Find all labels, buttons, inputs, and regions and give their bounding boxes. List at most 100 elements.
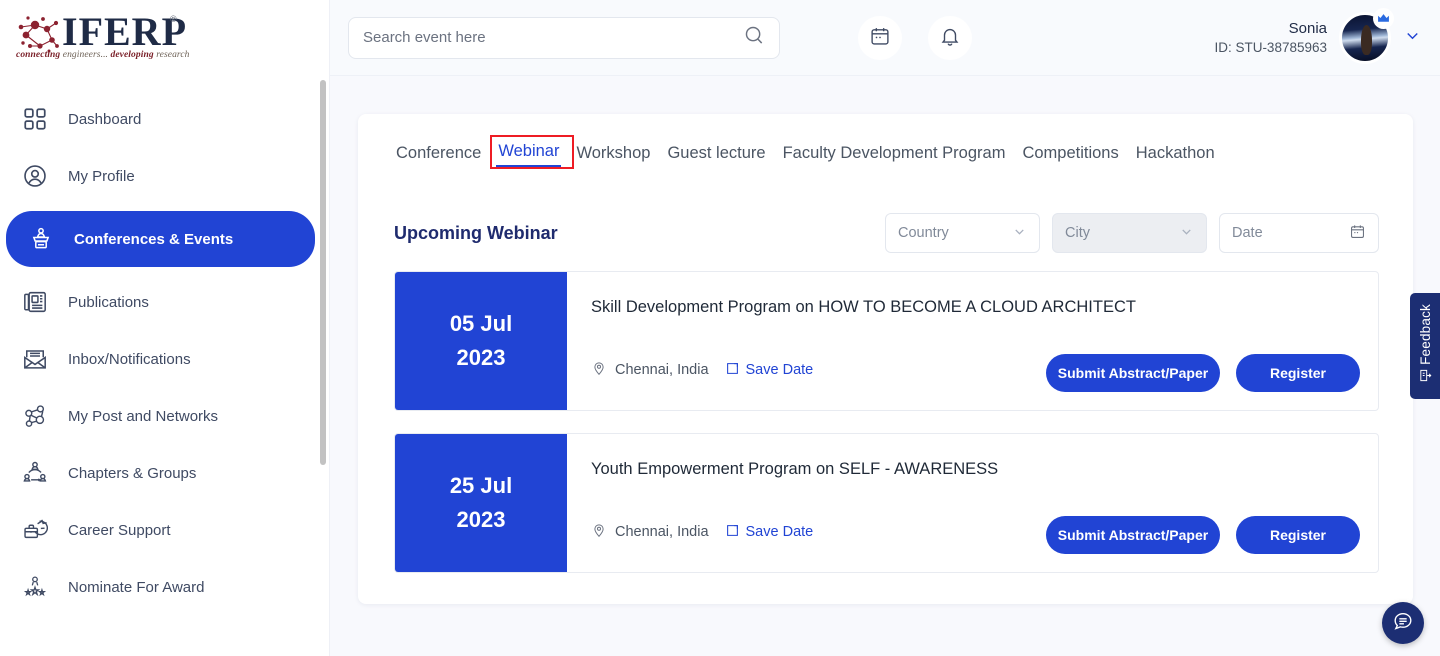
sidebar-item-my-profile[interactable]: My Profile xyxy=(0,154,315,198)
sidebar-item-label: My Post and Networks xyxy=(68,407,219,425)
search-input[interactable] xyxy=(363,29,743,46)
event-date-block: 05 Jul 2023 xyxy=(395,272,567,410)
sidebar-item-publications[interactable]: Publications xyxy=(0,280,315,324)
feedback-icon xyxy=(1418,368,1433,388)
feedback-label: Feedback xyxy=(1417,303,1433,365)
save-date-button[interactable]: Save Date xyxy=(725,523,813,542)
brand-tagline: connecting engineers... developing resea… xyxy=(16,50,190,60)
user-menu[interactable]: Sonia ID: STU-38785963 xyxy=(1214,8,1422,64)
main-area: Sonia ID: STU-38785963 xyxy=(330,0,1440,656)
search-box[interactable] xyxy=(348,16,780,59)
calendar-icon xyxy=(1349,223,1366,244)
chevron-down-icon xyxy=(1012,224,1027,242)
event-title: Youth Empowerment Program on SELF - AWAR… xyxy=(591,460,999,478)
tab-guest-lecture[interactable]: Guest lecture xyxy=(665,142,767,168)
section-header: Upcoming Webinar Country City Date xyxy=(382,213,1389,253)
event-type-tabs: Conference Webinar Workshop Guest lectur… xyxy=(394,135,1389,169)
event-title: Skill Development Program on HOW TO BECO… xyxy=(591,298,1136,316)
chevron-down-icon xyxy=(1179,224,1194,242)
event-card[interactable]: 05 Jul 2023 Skill Development Program on… xyxy=(394,271,1379,411)
event-date-block: 25 Jul 2023 xyxy=(395,434,567,572)
page-title: Upcoming Webinar xyxy=(394,222,558,243)
user-name: Sonia xyxy=(1288,19,1327,37)
sidebar-item-label: Publications xyxy=(68,293,149,311)
sidebar-item-label: Inbox/Notifications xyxy=(68,350,191,368)
group-icon xyxy=(18,458,52,488)
briefcase-icon xyxy=(18,515,52,545)
calendar-button[interactable] xyxy=(858,15,902,60)
map-pin-icon xyxy=(591,522,607,542)
sidebar-item-label: Nominate For Award xyxy=(68,578,205,596)
content-area: Conference Webinar Workshop Guest lectur… xyxy=(358,114,1413,604)
submit-abstract-paper-button[interactable]: Submit Abstract/Paper xyxy=(1046,354,1220,392)
sidebar-item-label: Dashboard xyxy=(68,110,142,128)
calendar-icon xyxy=(869,25,891,50)
event-actions: Submit Abstract/Paper Register xyxy=(1046,354,1360,392)
event-day-month: 05 Jul xyxy=(449,310,513,336)
register-button[interactable]: Register xyxy=(1236,516,1360,554)
event-actions: Submit Abstract/Paper Register xyxy=(1046,516,1360,554)
newspaper-icon xyxy=(18,287,52,317)
notifications-button[interactable] xyxy=(928,15,972,60)
map-pin-icon xyxy=(591,360,607,380)
feedback-tab[interactable]: Feedback xyxy=(1410,293,1440,399)
register-button[interactable]: Register xyxy=(1236,354,1360,392)
search-icon[interactable] xyxy=(743,24,765,51)
chat-button[interactable] xyxy=(1382,602,1424,644)
event-card[interactable]: 25 Jul 2023 Youth Empowerment Program on… xyxy=(394,433,1379,573)
city-select-label: City xyxy=(1065,225,1090,241)
event-year: 2023 xyxy=(456,345,506,370)
event-location: Chennai, India xyxy=(615,524,709,540)
event-day-month: 25 Jul xyxy=(449,472,513,498)
tab-faculty-development-program[interactable]: Faculty Development Program xyxy=(781,142,1008,168)
sidebar-item-label: My Profile xyxy=(68,167,135,185)
event-meta: Chennai, India Save Date xyxy=(591,522,813,542)
bookmark-icon xyxy=(725,361,740,380)
tab-workshop[interactable]: Workshop xyxy=(574,142,652,168)
submit-abstract-paper-button[interactable]: Submit Abstract/Paper xyxy=(1046,516,1220,554)
award-icon xyxy=(18,572,52,602)
brand-logo[interactable]: IFERP ® connecting engineers... developi… xyxy=(0,0,329,76)
sidebar-item-inbox-notifications[interactable]: Inbox/Notifications xyxy=(0,337,315,381)
event-body: Skill Development Program on HOW TO BECO… xyxy=(567,272,1378,410)
crown-icon xyxy=(1373,8,1394,29)
country-select[interactable]: Country xyxy=(885,213,1040,253)
sidebar-item-my-post-and-networks[interactable]: My Post and Networks xyxy=(0,394,315,438)
network-icon xyxy=(18,401,52,431)
event-year: 2023 xyxy=(456,507,506,532)
tab-hackathon[interactable]: Hackathon xyxy=(1134,142,1217,168)
bookmark-icon xyxy=(725,523,740,542)
event-meta: Chennai, India Save Date xyxy=(591,360,813,380)
date-picker-label: Date xyxy=(1232,225,1263,241)
sidebar-item-nominate-for-award[interactable]: Nominate For Award xyxy=(0,565,315,609)
date-picker[interactable]: Date xyxy=(1219,213,1379,253)
brand-name: IFERP xyxy=(62,9,187,54)
events-panel: Conference Webinar Workshop Guest lectur… xyxy=(358,114,1413,604)
grid-icon xyxy=(18,104,52,134)
sidebar: IFERP ® connecting engineers... developi… xyxy=(0,0,330,656)
iferp-molecule-icon xyxy=(18,16,59,53)
bell-icon xyxy=(939,25,961,50)
save-date-button[interactable]: Save Date xyxy=(725,361,813,380)
sidebar-item-chapters-groups[interactable]: Chapters & Groups xyxy=(0,451,315,495)
tab-competitions[interactable]: Competitions xyxy=(1020,142,1120,168)
tab-conference[interactable]: Conference xyxy=(394,142,483,168)
sidebar-item-label: Chapters & Groups xyxy=(68,464,197,482)
tab-webinar[interactable]: Webinar xyxy=(496,140,562,167)
sidebar-item-conferences-events[interactable]: Conferences & Events xyxy=(6,211,315,267)
sidebar-item-career-support[interactable]: Career Support xyxy=(0,508,315,552)
sidebar-scrollbar[interactable] xyxy=(320,80,326,465)
sidebar-item-label: Career Support xyxy=(68,521,171,539)
city-select[interactable]: City xyxy=(1052,213,1207,253)
user-id: ID: STU-38785963 xyxy=(1214,40,1327,56)
top-bar: Sonia ID: STU-38785963 xyxy=(330,0,1440,76)
event-location: Chennai, India xyxy=(615,362,709,378)
country-select-label: Country xyxy=(898,225,949,241)
events-list: 05 Jul 2023 Skill Development Program on… xyxy=(382,271,1389,573)
avatar[interactable] xyxy=(1339,8,1394,64)
filters: Country City Date xyxy=(885,213,1389,253)
sidebar-item-dashboard[interactable]: Dashboard xyxy=(0,97,315,141)
envelope-icon xyxy=(18,344,52,374)
app-root: IFERP ® connecting engineers... developi… xyxy=(0,0,1440,656)
chevron-down-icon[interactable] xyxy=(1403,26,1422,50)
